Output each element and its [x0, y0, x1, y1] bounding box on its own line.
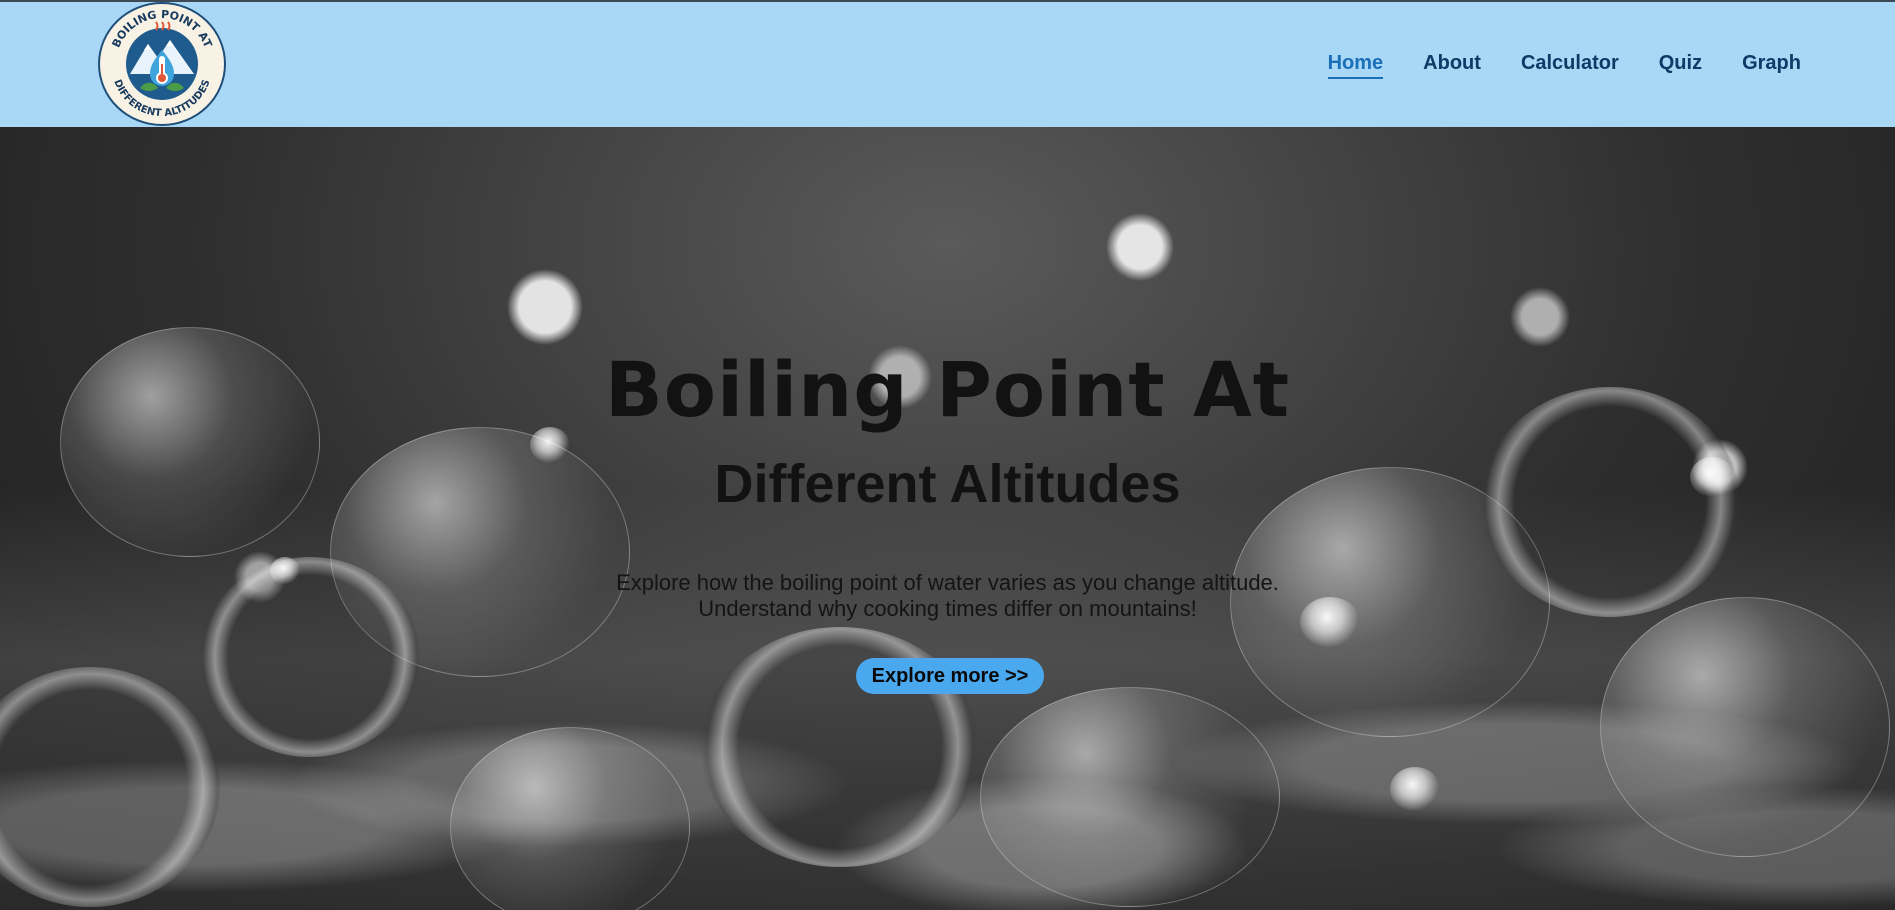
hero-description-line1: Explore how the boiling point of water v…	[616, 570, 1279, 595]
nav-home-link[interactable]: Home	[1327, 52, 1384, 79]
site-logo[interactable]: BOILING POINT AT DIFFERENT ALTITUDES	[98, 2, 226, 126]
hero-subtitle: Different Altitudes	[714, 454, 1181, 514]
nav-graph-link[interactable]: Graph	[1742, 52, 1801, 79]
explore-more-button[interactable]: Explore more >>	[856, 658, 1044, 694]
hero-section: Boiling Point At Different Altitudes Exp…	[0, 127, 1895, 910]
main-nav: Home About Calculator Quiz Graph	[1327, 52, 1801, 79]
thermometer-mountain-logo-icon: BOILING POINT AT DIFFERENT ALTITUDES	[110, 8, 215, 119]
nav-quiz-link[interactable]: Quiz	[1659, 52, 1702, 79]
nav-about-link[interactable]: About	[1423, 52, 1481, 79]
nav-calculator-link[interactable]: Calculator	[1521, 52, 1619, 79]
hero-description-line2: Understand why cooking times differ on m…	[698, 596, 1197, 621]
hero-description: Explore how the boiling point of water v…	[0, 570, 1895, 622]
hero-title: Boiling Point At	[604, 345, 1291, 434]
hero-content: Boiling Point At Different Altitudes Exp…	[0, 127, 1895, 910]
site-header: BOILING POINT AT DIFFERENT ALTITUDES Hom…	[0, 2, 1895, 127]
